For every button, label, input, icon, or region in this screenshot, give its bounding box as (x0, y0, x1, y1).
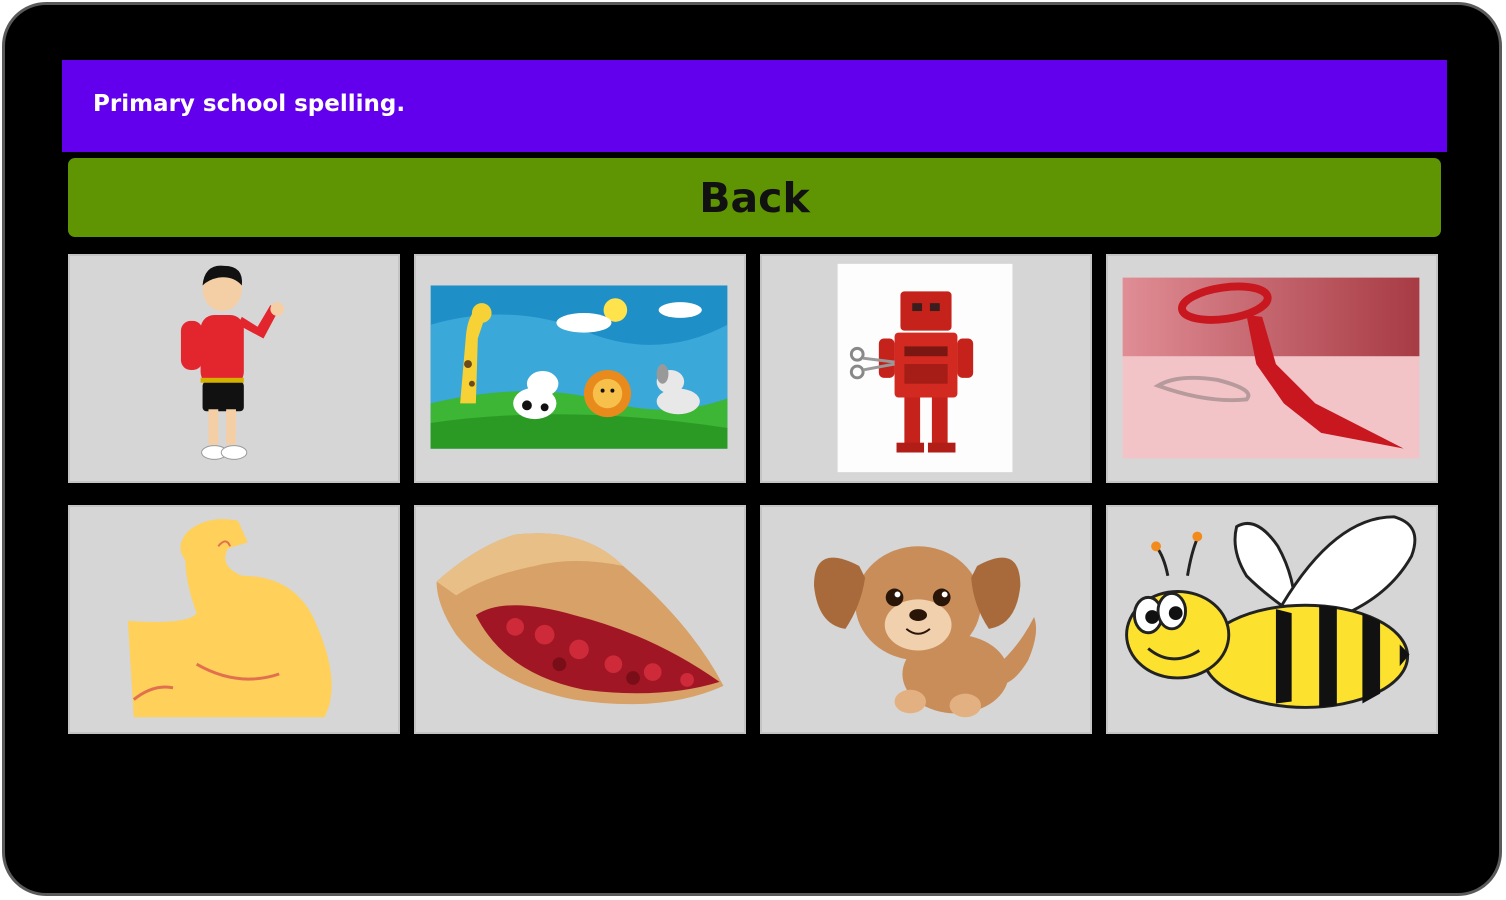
app-title: Primary school spelling. (93, 91, 406, 117)
puppy-icon (813, 546, 1037, 718)
picture-tile-farm-animals[interactable] (414, 254, 746, 483)
bee-icon (1125, 515, 1417, 709)
picture-tile-robot[interactable] (760, 254, 1092, 483)
arm-muscle-icon (127, 519, 332, 718)
boy-icon (180, 265, 285, 460)
tie-icon (1122, 277, 1420, 459)
picture-tile-arm[interactable] (68, 505, 400, 734)
picture-tile-boy[interactable] (68, 254, 400, 483)
picture-tile-bee[interactable] (1106, 505, 1438, 734)
pie-icon (436, 533, 724, 705)
app-bar: Primary school spelling. (62, 60, 1447, 152)
farm-animals-icon (430, 285, 728, 449)
back-button[interactable]: Back (68, 158, 1441, 237)
picture-tile-puppy[interactable] (760, 505, 1092, 734)
robot-icon (837, 263, 1013, 473)
picture-tile-pie[interactable] (414, 505, 746, 734)
picture-grid (68, 254, 1441, 735)
picture-tile-tie[interactable] (1106, 254, 1438, 483)
